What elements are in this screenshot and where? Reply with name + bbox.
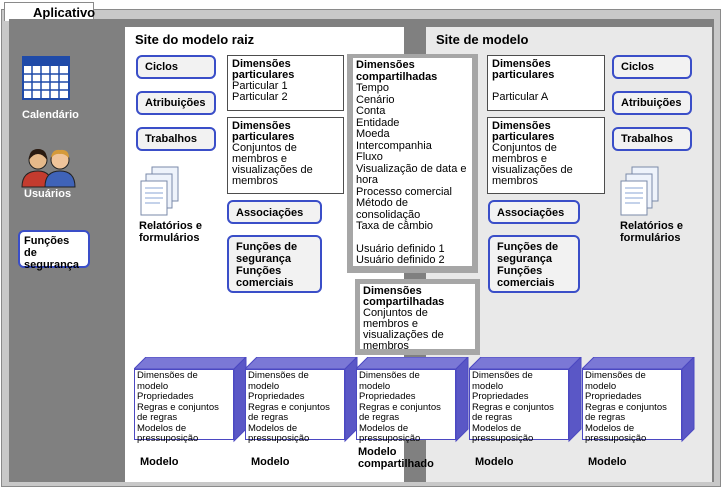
model-property-line: Propriedades (472, 391, 529, 402)
shared-dimension-item: Visualização de data e hora (356, 162, 467, 186)
shared-dimension-item: Conta (356, 105, 386, 117)
model-property-line: Dimensões de modelo (585, 370, 646, 392)
root-private-dimensions-box: Dimensões particulares Particular 1 Part… (227, 55, 344, 111)
root-functions-pill: Funções de segurança Funções comerciais (227, 235, 322, 293)
model-property-line: Regras e conjuntos de regras (585, 401, 667, 423)
model-property-line: Modelos de pressuposição (359, 422, 421, 444)
model-property-line: Modelos de pressuposição (137, 422, 199, 444)
model-label: Modelo (475, 456, 514, 468)
shared-dimensions-title: Dimensões compartilhadas (356, 59, 438, 83)
root-private-dimensions-title: Dimensões particulares (232, 58, 295, 81)
shared-member-sets-body: Conjuntos de membros e visualizações de … (363, 307, 444, 352)
model-private-dimensions-box: Dimensões particulares Particular A (487, 55, 605, 111)
shared-member-sets-box: Dimensões compartilhadas Conjuntos de me… (360, 284, 475, 352)
model-property-line: Modelos de pressuposição (472, 422, 534, 444)
users-label: Usuários (24, 188, 72, 200)
security-roles-label: Funções de segurança (24, 235, 80, 271)
model-cube-face: Dimensões de modelo Propriedades Regras e … (469, 369, 569, 444)
model-cube-face: Dimensões de modelo Propriedades Regras e … (356, 369, 456, 444)
model-property-line: Regras e conjuntos de regras (137, 401, 219, 423)
model-property-line: Propriedades (359, 391, 416, 402)
model-label: Modelo (251, 456, 290, 468)
model-functions-pill: Funções de segurança Funções comerciais (488, 235, 580, 293)
shared-dimensions-list: Tempo Cenário Conta Entidade Moeda Intercompa… (356, 82, 469, 267)
model-cube-face: Dimensões de modelo Propriedades Regras e … (245, 369, 345, 444)
calendar-label: Calendário (22, 109, 79, 121)
root-cycles-pill: Ciclos (136, 55, 216, 79)
root-associations-pill: Associações (227, 200, 322, 224)
model-property-line: Propriedades (137, 391, 194, 402)
model-member-sets-box: Dimensões particulares Conjuntos de memb… (487, 117, 605, 194)
shared-dimension-item (356, 233, 469, 244)
model-property-line: Dimensões de modelo (359, 370, 420, 392)
security-roles-box: Funções de segurança (18, 230, 90, 271)
root-member-sets-title: Dimensões particulares (232, 120, 295, 143)
shared-dimension-item: Moeda (356, 128, 390, 140)
shared-dimension-item: Tempo (356, 82, 390, 94)
model-cube-face: Dimensões de modelo Propriedades Regras e … (582, 369, 682, 444)
model-member-sets-title: Dimensões particulares (492, 120, 555, 143)
shared-dimension-item: Usuário definido 2 (356, 254, 445, 266)
calendar-icon (22, 56, 70, 105)
model-label: Modelo compartilhado (358, 446, 434, 470)
model-property-line: Propriedades (585, 391, 642, 402)
root-assignments-pill: Atribuições (136, 91, 216, 115)
model-property-line: Propriedades (248, 391, 305, 402)
model-property-line: Regras e conjuntos de regras (248, 401, 330, 423)
model-label: Modelo (140, 456, 179, 468)
model-reports-icon (620, 166, 660, 223)
root-reports-label: Relatórios e formulários (139, 220, 202, 244)
model-reports-label: Relatórios e formulários (620, 220, 683, 244)
model-assignments-pill: Atribuições (612, 91, 692, 115)
root-site-title: Site do modelo raiz (135, 32, 255, 47)
shared-dimensions-box: Dimensões compartilhadas Tempo Cenário Con… (353, 58, 472, 266)
shared-dimension-item: Taxa de câmbio (356, 220, 434, 232)
model-associations-pill: Associações (488, 200, 580, 224)
model-site-title: Site de modelo (436, 32, 529, 47)
model-property-line: Regras e conjuntos de regras (359, 401, 441, 423)
model-member-sets-body: Conjuntos de membros e visualizações de … (492, 142, 573, 187)
root-reports-icon (140, 166, 180, 223)
model-cycles-pill: Ciclos (612, 55, 692, 79)
model-property-line: Dimensões de modelo (248, 370, 309, 392)
model-property-line: Regras e conjuntos de regras (472, 401, 554, 423)
model-property-line: Modelos de pressuposição (248, 422, 310, 444)
model-private-dimensions-title: Dimensões particulares (492, 58, 555, 81)
model-label: Modelo (588, 456, 627, 468)
model-jobs-pill: Trabalhos (612, 127, 692, 151)
shared-dimension-item: Método de consolidação (356, 197, 421, 221)
users-icon (19, 146, 79, 193)
model-cube-face: Dimensões de modelo Propriedades Regras e … (134, 369, 234, 444)
root-member-sets-box: Dimensões particulares Conjuntos de memb… (227, 117, 344, 194)
shared-dimension-item: Fluxo (356, 151, 383, 163)
model-property-line: Modelos de pressuposição (585, 422, 647, 444)
model-property-line: Dimensões de modelo (137, 370, 198, 392)
root-member-sets-body: Conjuntos de membros e visualizações de … (232, 142, 313, 187)
root-private-item-2: Particular 2 (232, 91, 288, 103)
shared-member-sets-title: Dimensões compartilhadas (363, 285, 445, 308)
model-private-item-1: Particular A (492, 91, 549, 103)
model-property-line: Dimensões de modelo (472, 370, 533, 392)
root-jobs-pill: Trabalhos (136, 127, 216, 151)
